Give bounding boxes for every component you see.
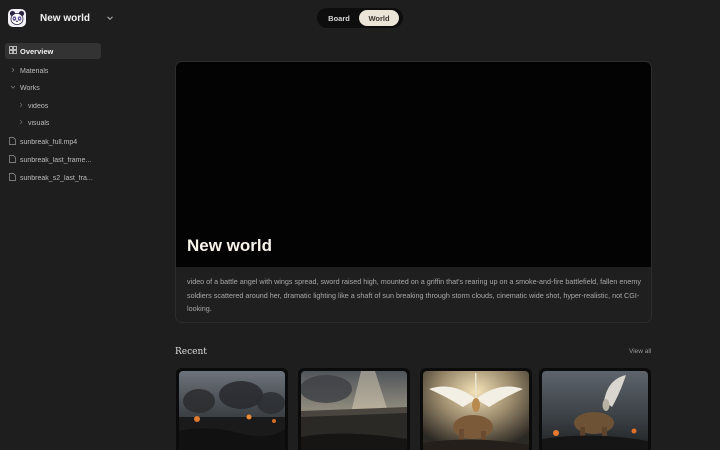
file-icon xyxy=(9,173,16,183)
angel-griffin-image xyxy=(423,371,529,450)
grid-icon xyxy=(9,46,17,56)
sidebar-item-label: Materials xyxy=(20,67,49,75)
view-all-link[interactable]: View all xyxy=(629,348,651,355)
chevron-right-icon xyxy=(18,119,24,127)
sidebar-item-label: visuals xyxy=(28,119,50,127)
sidebar-item-overview[interactable]: Overview xyxy=(5,43,101,59)
sidebar-item-label: videos xyxy=(28,102,49,110)
sidebar-item-label: Overview xyxy=(20,46,54,56)
recent-thumbnail-3[interactable] xyxy=(420,368,532,450)
file-icon xyxy=(9,155,16,165)
sidebar-item-label: Works xyxy=(20,84,40,92)
sidebar: Overview xyxy=(5,43,101,59)
chevron-down-icon[interactable] xyxy=(106,14,114,22)
sidebar-file-sunbreak-s2-last-frame[interactable]: sunbreak_s2_last_fra... xyxy=(9,173,101,183)
sidebar-item-videos[interactable]: videos xyxy=(18,102,48,110)
file-icon xyxy=(9,137,16,147)
hero-description: video of a battle angel with wings sprea… xyxy=(187,277,641,313)
chevron-right-icon xyxy=(18,102,24,110)
sidebar-file-sunbreak-full[interactable]: sunbreak_full.mp4 xyxy=(9,137,101,147)
chevron-down-icon xyxy=(10,84,16,92)
sidebar-item-visuals[interactable]: visuals xyxy=(18,119,49,127)
workspace-switcher[interactable]: New world xyxy=(8,8,114,28)
toggle-board-button[interactable]: Board xyxy=(319,10,359,26)
angel-griffin-battle-image xyxy=(542,371,648,450)
sidebar-item-works[interactable]: Works xyxy=(10,84,40,92)
sidebar-item-materials[interactable]: Materials xyxy=(10,67,48,75)
sidebar-file-sunbreak-last-frame[interactable]: sunbreak_last_frame... xyxy=(9,155,101,165)
view-toggle: Board World xyxy=(317,8,403,28)
recent-thumbnail-4[interactable] xyxy=(539,368,651,450)
battlefield-image xyxy=(179,371,285,450)
workspace-name: New world xyxy=(40,12,91,24)
recent-thumbnail-1[interactable] xyxy=(176,368,288,450)
recent-thumbnail-2[interactable] xyxy=(298,368,410,450)
sidebar-item-label: sunbreak_full.mp4 xyxy=(20,138,78,146)
world-hero-card: New world video of a battle angel with w… xyxy=(175,61,652,323)
hero-title: New world xyxy=(187,236,273,255)
chevron-right-icon xyxy=(10,67,16,75)
recent-heading: Recent xyxy=(175,347,207,357)
battlefield-sunrays-image xyxy=(301,371,407,450)
sidebar-item-label: sunbreak_last_frame... xyxy=(20,156,92,164)
panda-face-icon xyxy=(8,9,26,27)
sidebar-item-label: sunbreak_s2_last_fra... xyxy=(20,174,93,182)
toggle-world-button[interactable]: World xyxy=(359,10,399,26)
